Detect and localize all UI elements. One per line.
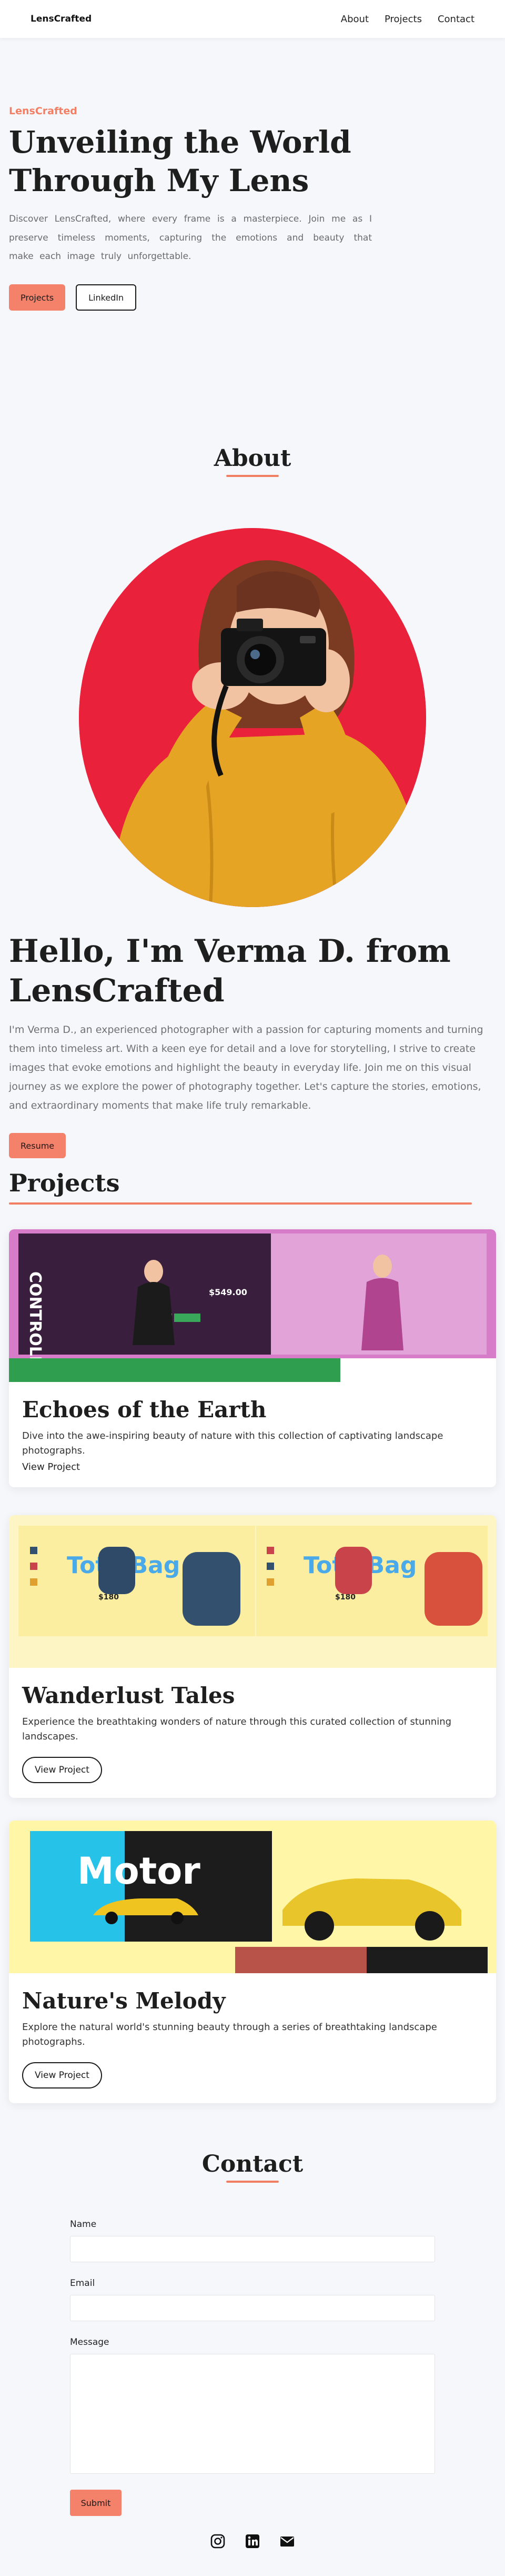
view-project-button-3[interactable]: View Project <box>22 2062 102 2088</box>
instagram-icon[interactable] <box>210 2533 226 2549</box>
project-card-3: Motor Nature's Melody Explore the natura… <box>9 1821 496 2103</box>
thumb-price-1: $549.00 <box>209 1287 247 1297</box>
message-field[interactable] <box>70 2354 435 2474</box>
project-thumbnail-2[interactable]: Tote Bag Tote Bag $180 $180 <box>9 1515 496 1668</box>
nav-link-projects[interactable]: Projects <box>385 14 422 25</box>
nav-links: About Projects Contact <box>341 14 474 25</box>
projects-button[interactable]: Projects <box>9 284 66 311</box>
about-intro-heading: Hello, I'm Verma D. from LensCrafted <box>9 933 451 1009</box>
project-title-2: Wanderlust Tales <box>22 1683 235 1708</box>
nav-link-contact[interactable]: Contact <box>438 14 474 25</box>
about-heading: About <box>214 445 291 472</box>
car-store-preview: Motor <box>9 1821 496 1973</box>
submit-button[interactable]: Submit <box>70 2490 122 2516</box>
projects-heading: Projects <box>9 1169 120 1197</box>
email-label: Email <box>70 2278 95 2289</box>
project-body-3: Nature's Melody Explore the natural worl… <box>9 1973 496 2103</box>
photographer-illustration <box>79 528 426 907</box>
project-card-1: CONTROLLED $549.00 Echoes of the Earth D… <box>9 1229 496 1487</box>
about-underline <box>226 475 279 477</box>
hero-title: Unveiling the World Through My Lens <box>9 124 351 198</box>
top-nav: LensCrafted About Projects Contact <box>0 0 505 38</box>
project-body-2: Wanderlust Tales Experience the breathta… <box>9 1668 496 1798</box>
brand-logo[interactable]: LensCrafted <box>31 14 92 24</box>
message-label: Message <box>70 2337 109 2348</box>
project-description-1: Dive into the awe-inspiring beauty of na… <box>22 1430 443 1456</box>
about-section-title: About <box>0 445 505 477</box>
hero-text: Discover LensCrafted, where every frame … <box>9 214 372 262</box>
thumb-word-3: Motor <box>77 1849 200 1893</box>
projects-underline <box>9 1202 472 1205</box>
bag-store-preview: Tote Bag Tote Bag $180 $180 <box>9 1515 496 1668</box>
linkedin-icon[interactable] <box>245 2533 260 2549</box>
contact-heading: Contact <box>201 2151 304 2177</box>
linkedin-button[interactable]: LinkedIn <box>76 284 137 311</box>
nav-link-about[interactable]: About <box>341 14 369 25</box>
resume-button[interactable]: Resume <box>9 1133 66 1159</box>
about-section: Hello, I'm Verma D. from LensCrafted I'm… <box>9 932 496 1159</box>
mail-icon[interactable] <box>279 2533 295 2549</box>
name-field[interactable] <box>70 2236 435 2262</box>
social-links <box>0 2533 505 2549</box>
project-card-2: Tote Bag Tote Bag $180 $180 Wanderlust T… <box>9 1515 496 1798</box>
contact-section-title: Contact <box>0 2151 505 2183</box>
project-description-2: Experience the breathtaking wonders of n… <box>22 1716 452 1742</box>
hero-section: LensCrafted Unveiling the World Through … <box>9 105 372 311</box>
portrait-photo <box>79 528 426 907</box>
projects-section-title: Projects <box>9 1169 472 1205</box>
project-title-3: Nature's Melody <box>22 1988 226 2014</box>
email-field[interactable] <box>70 2295 435 2321</box>
name-label: Name <box>70 2219 97 2230</box>
project-title-1: Echoes of the Earth <box>22 1397 267 1423</box>
project-description-3: Explore the natural world's stunning bea… <box>22 2022 437 2047</box>
contact-form: Name Email Message Submit <box>70 2219 435 2516</box>
hero-buttons: Projects LinkedIn <box>9 284 372 311</box>
about-description: I'm Verma D., an experienced photographe… <box>9 1024 483 1112</box>
project-thumbnail-3[interactable]: Motor <box>9 1821 496 1973</box>
thumb-price-2: $180 <box>98 1593 119 1602</box>
fashion-store-preview: CONTROLLED $549.00 <box>9 1229 496 1382</box>
hero-eyebrow: LensCrafted <box>9 105 77 117</box>
thumb-price-2b: $180 <box>335 1593 356 1602</box>
project-thumbnail-1[interactable]: CONTROLLED $549.00 <box>9 1229 496 1382</box>
view-project-link-1[interactable]: View Project <box>22 1461 80 1473</box>
project-body-1: Echoes of the Earth Dive into the awe-in… <box>9 1382 496 1487</box>
view-project-button-2[interactable]: View Project <box>22 1756 102 1783</box>
contact-underline <box>226 2181 279 2183</box>
